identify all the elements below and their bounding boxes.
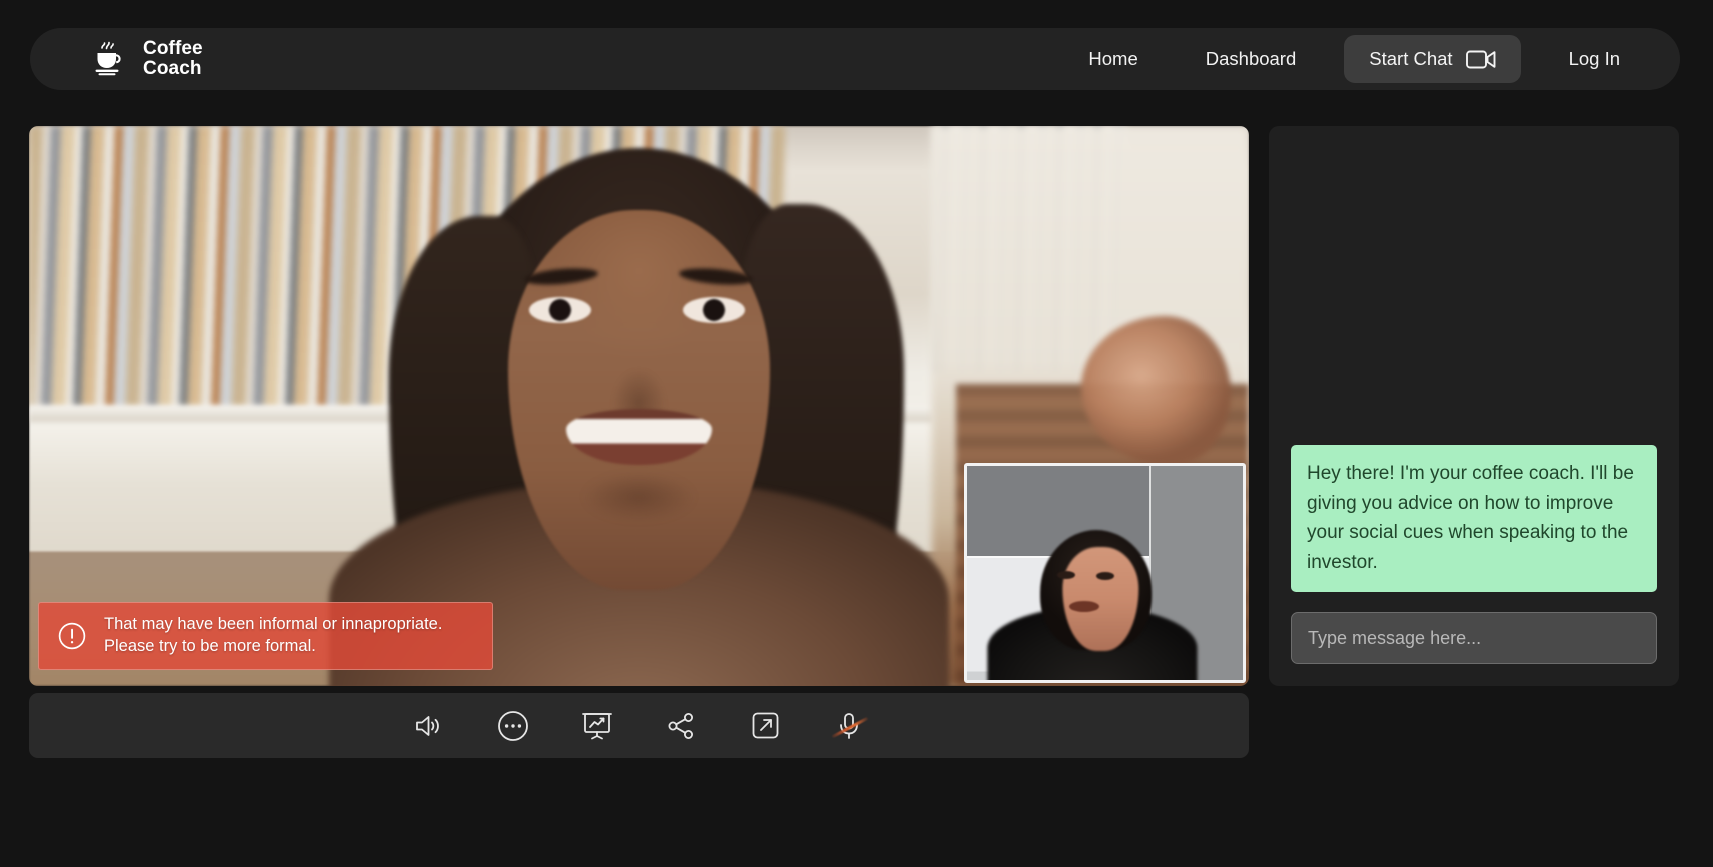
start-chat-button[interactable]: Start Chat: [1344, 35, 1520, 83]
brand-line-2: Coach: [143, 59, 203, 79]
participant-eye-left: [529, 297, 591, 323]
chat-message-bubble: Hey there! I'm your coffee coach. I'll b…: [1291, 445, 1657, 592]
nav-item-dashboard[interactable]: Dashboard: [1172, 38, 1331, 80]
participant-nose: [608, 339, 670, 419]
nav-links: Home Dashboard Start Chat Log In: [1054, 35, 1680, 83]
chat-panel: Hey there! I'm your coffee coach. I'll b…: [1269, 126, 1679, 686]
brand-line-1: Coffee: [143, 39, 203, 59]
main-video-feed[interactable]: That may have been informal or innapropr…: [29, 126, 1249, 686]
coffee-cup-icon: [88, 38, 130, 80]
chat-message-input[interactable]: [1291, 612, 1657, 664]
participant-chin-shadow: [559, 462, 719, 532]
share-icon: [666, 711, 696, 741]
open-external-icon: [751, 711, 780, 740]
nav-item-home[interactable]: Home: [1054, 38, 1171, 80]
brand-name: Coffee Coach: [143, 39, 203, 79]
microphone-mute-button[interactable]: [823, 702, 875, 750]
volume-button[interactable]: [403, 702, 455, 750]
feedback-alert-banner: That may have been informal or innapropr…: [38, 602, 493, 670]
login-button[interactable]: Log In: [1535, 38, 1664, 80]
self-view-eye-right: [1096, 572, 1114, 580]
alert-circle-icon: [57, 621, 87, 651]
top-navigation-bar: Coffee Coach Home Dashboard Start Chat L…: [30, 28, 1680, 90]
more-options-icon: [497, 710, 529, 742]
volume-icon: [414, 712, 444, 740]
open-external-button[interactable]: [739, 702, 791, 750]
brand-logo[interactable]: Coffee Coach: [88, 38, 203, 80]
start-chat-label: Start Chat: [1369, 48, 1452, 70]
participant-eye-right: [683, 297, 745, 323]
share-button[interactable]: [655, 702, 707, 750]
presentation-chart-icon: [581, 711, 613, 741]
participant-hand: [1081, 316, 1231, 466]
self-view-eye-left: [1057, 571, 1075, 579]
video-control-bar: [29, 693, 1249, 758]
self-view-face: [1062, 547, 1138, 651]
more-options-button[interactable]: [487, 702, 539, 750]
presentation-button[interactable]: [571, 702, 623, 750]
self-view-video[interactable]: [964, 463, 1246, 683]
alert-message: That may have been informal or innapropr…: [104, 614, 442, 657]
chat-message-list: Hey there! I'm your coffee coach. I'll b…: [1291, 148, 1657, 602]
self-view-mouth: [1069, 601, 1099, 612]
video-camera-icon: [1466, 49, 1496, 70]
app-root: Coffee Coach Home Dashboard Start Chat L…: [0, 0, 1713, 867]
